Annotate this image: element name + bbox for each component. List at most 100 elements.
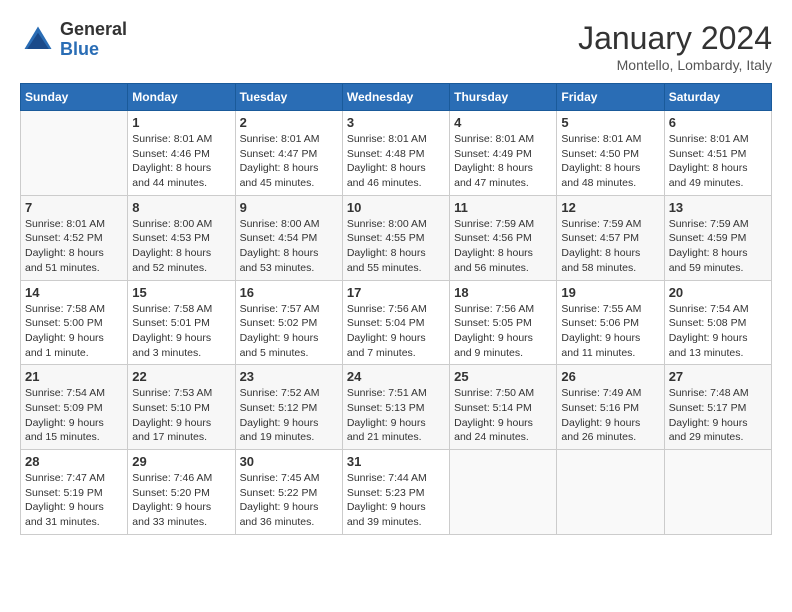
day-info: Sunrise: 8:01 AMSunset: 4:52 PMDaylight:… bbox=[25, 217, 123, 276]
day-number: 21 bbox=[25, 369, 123, 384]
calendar-cell: 11 Sunrise: 7:59 AMSunset: 4:56 PMDayligh… bbox=[450, 195, 557, 280]
col-header-sunday: Sunday bbox=[21, 84, 128, 111]
day-info: Sunrise: 7:55 AMSunset: 5:06 PMDaylight:… bbox=[561, 302, 659, 361]
calendar-week-row: 28 Sunrise: 7:47 AMSunset: 5:19 PMDayligh… bbox=[21, 450, 772, 535]
day-number: 11 bbox=[454, 200, 552, 215]
day-info: Sunrise: 7:51 AMSunset: 5:13 PMDaylight:… bbox=[347, 386, 445, 445]
day-number: 12 bbox=[561, 200, 659, 215]
day-info: Sunrise: 7:59 AMSunset: 4:57 PMDaylight:… bbox=[561, 217, 659, 276]
calendar-header-row: SundayMondayTuesdayWednesdayThursdayFrid… bbox=[21, 84, 772, 111]
calendar-cell: 7 Sunrise: 8:01 AMSunset: 4:52 PMDaylight… bbox=[21, 195, 128, 280]
calendar-cell: 25 Sunrise: 7:50 AMSunset: 5:14 PMDayligh… bbox=[450, 365, 557, 450]
calendar-week-row: 21 Sunrise: 7:54 AMSunset: 5:09 PMDayligh… bbox=[21, 365, 772, 450]
day-info: Sunrise: 7:59 AMSunset: 4:59 PMDaylight:… bbox=[669, 217, 767, 276]
title-block: January 2024 Montello, Lombardy, Italy bbox=[578, 20, 772, 73]
day-info: Sunrise: 8:01 AMSunset: 4:46 PMDaylight:… bbox=[132, 132, 230, 191]
day-number: 19 bbox=[561, 285, 659, 300]
logo: General Blue bbox=[20, 20, 127, 60]
day-info: Sunrise: 7:57 AMSunset: 5:02 PMDaylight:… bbox=[240, 302, 338, 361]
day-info: Sunrise: 8:01 AMSunset: 4:50 PMDaylight:… bbox=[561, 132, 659, 191]
col-header-wednesday: Wednesday bbox=[342, 84, 449, 111]
calendar-cell bbox=[21, 111, 128, 196]
day-info: Sunrise: 8:01 AMSunset: 4:49 PMDaylight:… bbox=[454, 132, 552, 191]
calendar-cell: 29Sunrise: 7:46 AMSunset: 5:20 PMDayligh… bbox=[128, 450, 235, 535]
day-info: Sunrise: 8:01 AMSunset: 4:47 PMDaylight:… bbox=[240, 132, 338, 191]
calendar-cell bbox=[664, 450, 771, 535]
day-number: 31 bbox=[347, 454, 445, 469]
month-title: January 2024 bbox=[578, 20, 772, 57]
location: Montello, Lombardy, Italy bbox=[578, 57, 772, 73]
calendar-cell: 20 Sunrise: 7:54 AMSunset: 5:08 PMDayligh… bbox=[664, 280, 771, 365]
col-header-thursday: Thursday bbox=[450, 84, 557, 111]
day-info: Sunrise: 7:54 AMSunset: 5:08 PMDaylight:… bbox=[669, 302, 767, 361]
day-number: 25 bbox=[454, 369, 552, 384]
calendar-cell bbox=[557, 450, 664, 535]
day-number: 6 bbox=[669, 115, 767, 130]
calendar-cell: 27Sunrise: 7:48 AMSunset: 5:17 PMDayligh… bbox=[664, 365, 771, 450]
calendar-cell: 31Sunrise: 7:44 AMSunset: 5:23 PMDayligh… bbox=[342, 450, 449, 535]
calendar-cell: 1 Sunrise: 8:01 AMSunset: 4:46 PMDaylight… bbox=[128, 111, 235, 196]
logo-icon bbox=[20, 22, 56, 58]
day-number: 28 bbox=[25, 454, 123, 469]
calendar-cell: 13 Sunrise: 7:59 AMSunset: 4:59 PMDayligh… bbox=[664, 195, 771, 280]
day-info: Sunrise: 7:47 AMSunset: 5:19 PMDaylight:… bbox=[25, 471, 123, 530]
day-number: 17 bbox=[347, 285, 445, 300]
day-info: Sunrise: 7:58 AMSunset: 5:01 PMDaylight:… bbox=[132, 302, 230, 361]
day-info: Sunrise: 7:46 AMSunset: 5:20 PMDaylight:… bbox=[132, 471, 230, 530]
calendar-cell: 17 Sunrise: 7:56 AMSunset: 5:04 PMDayligh… bbox=[342, 280, 449, 365]
calendar-cell: 26 Sunrise: 7:49 AMSunset: 5:16 PMDayligh… bbox=[557, 365, 664, 450]
day-number: 10 bbox=[347, 200, 445, 215]
calendar-week-row: 7 Sunrise: 8:01 AMSunset: 4:52 PMDaylight… bbox=[21, 195, 772, 280]
day-info: Sunrise: 7:50 AMSunset: 5:14 PMDaylight:… bbox=[454, 386, 552, 445]
day-info: Sunrise: 7:45 AMSunset: 5:22 PMDaylight:… bbox=[240, 471, 338, 530]
day-info: Sunrise: 7:54 AMSunset: 5:09 PMDaylight:… bbox=[25, 386, 123, 445]
day-number: 8 bbox=[132, 200, 230, 215]
day-number: 7 bbox=[25, 200, 123, 215]
day-info: Sunrise: 7:56 AMSunset: 5:04 PMDaylight:… bbox=[347, 302, 445, 361]
day-number: 2 bbox=[240, 115, 338, 130]
day-info: Sunrise: 7:52 AMSunset: 5:12 PMDaylight:… bbox=[240, 386, 338, 445]
day-info: Sunrise: 7:48 AMSunset: 5:17 PMDaylight:… bbox=[669, 386, 767, 445]
calendar-cell: 15 Sunrise: 7:58 AMSunset: 5:01 PMDayligh… bbox=[128, 280, 235, 365]
day-info: Sunrise: 7:56 AMSunset: 5:05 PMDaylight:… bbox=[454, 302, 552, 361]
calendar-cell: 14Sunrise: 7:58 AMSunset: 5:00 PMDayligh… bbox=[21, 280, 128, 365]
calendar-week-row: 1 Sunrise: 8:01 AMSunset: 4:46 PMDaylight… bbox=[21, 111, 772, 196]
day-info: Sunrise: 8:00 AMSunset: 4:53 PMDaylight:… bbox=[132, 217, 230, 276]
calendar-cell: 30 Sunrise: 7:45 AMSunset: 5:22 PMDayligh… bbox=[235, 450, 342, 535]
calendar-cell: 21 Sunrise: 7:54 AMSunset: 5:09 PMDayligh… bbox=[21, 365, 128, 450]
calendar-cell: 12 Sunrise: 7:59 AMSunset: 4:57 PMDayligh… bbox=[557, 195, 664, 280]
col-header-friday: Friday bbox=[557, 84, 664, 111]
calendar-cell: 24 Sunrise: 7:51 AMSunset: 5:13 PMDayligh… bbox=[342, 365, 449, 450]
day-info: Sunrise: 8:00 AMSunset: 4:55 PMDaylight:… bbox=[347, 217, 445, 276]
calendar-cell: 28 Sunrise: 7:47 AMSunset: 5:19 PMDayligh… bbox=[21, 450, 128, 535]
day-number: 30 bbox=[240, 454, 338, 469]
day-number: 22 bbox=[132, 369, 230, 384]
day-info: Sunrise: 7:49 AMSunset: 5:16 PMDaylight:… bbox=[561, 386, 659, 445]
calendar-cell: 22Sunrise: 7:53 AMSunset: 5:10 PMDayligh… bbox=[128, 365, 235, 450]
calendar-cell: 5Sunrise: 8:01 AMSunset: 4:50 PMDaylight… bbox=[557, 111, 664, 196]
day-number: 4 bbox=[454, 115, 552, 130]
calendar-cell: 10 Sunrise: 8:00 AMSunset: 4:55 PMDayligh… bbox=[342, 195, 449, 280]
calendar-cell: 6 Sunrise: 8:01 AMSunset: 4:51 PMDaylight… bbox=[664, 111, 771, 196]
col-header-tuesday: Tuesday bbox=[235, 84, 342, 111]
calendar-cell: 16 Sunrise: 7:57 AMSunset: 5:02 PMDayligh… bbox=[235, 280, 342, 365]
day-number: 16 bbox=[240, 285, 338, 300]
day-info: Sunrise: 8:01 AMSunset: 4:48 PMDaylight:… bbox=[347, 132, 445, 191]
day-info: Sunrise: 7:58 AMSunset: 5:00 PMDaylight:… bbox=[25, 302, 123, 361]
day-number: 18 bbox=[454, 285, 552, 300]
day-number: 23 bbox=[240, 369, 338, 384]
day-number: 1 bbox=[132, 115, 230, 130]
day-number: 24 bbox=[347, 369, 445, 384]
day-number: 26 bbox=[561, 369, 659, 384]
calendar-cell: 23 Sunrise: 7:52 AMSunset: 5:12 PMDayligh… bbox=[235, 365, 342, 450]
calendar-cell: 9Sunrise: 8:00 AMSunset: 4:54 PMDaylight… bbox=[235, 195, 342, 280]
day-info: Sunrise: 8:01 AMSunset: 4:51 PMDaylight:… bbox=[669, 132, 767, 191]
day-info: Sunrise: 8:00 AMSunset: 4:54 PMDaylight:… bbox=[240, 217, 338, 276]
day-number: 15 bbox=[132, 285, 230, 300]
calendar-cell: 4 Sunrise: 8:01 AMSunset: 4:49 PMDaylight… bbox=[450, 111, 557, 196]
day-info: Sunrise: 7:59 AMSunset: 4:56 PMDaylight:… bbox=[454, 217, 552, 276]
calendar-cell bbox=[450, 450, 557, 535]
day-number: 13 bbox=[669, 200, 767, 215]
day-number: 20 bbox=[669, 285, 767, 300]
logo-text: General Blue bbox=[60, 20, 127, 60]
